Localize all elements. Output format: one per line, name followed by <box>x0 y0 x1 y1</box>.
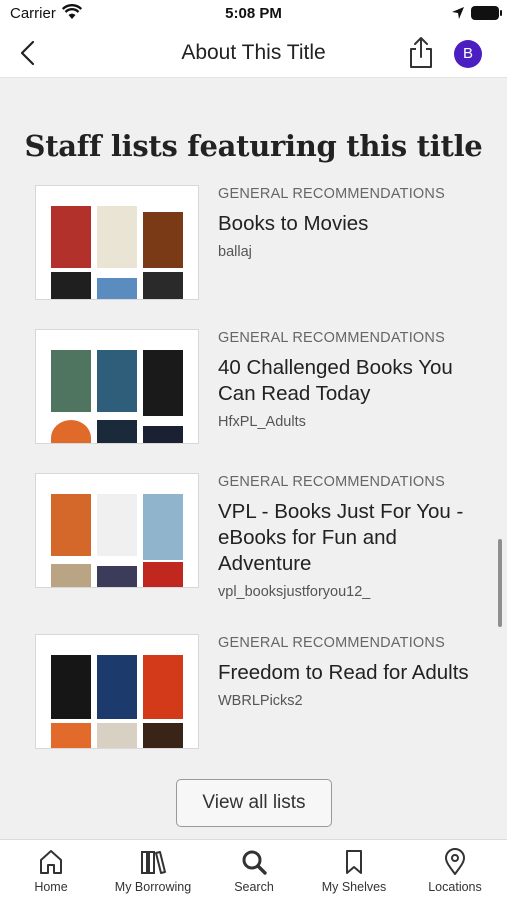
tab-my-shelves[interactable]: My Shelves <box>304 848 404 894</box>
tab-search[interactable]: Search <box>204 848 304 894</box>
tab-my-borrowing[interactable]: My Borrowing <box>103 848 203 894</box>
list-category: GENERAL RECOMMENDATIONS <box>218 330 445 346</box>
book-cover <box>51 206 91 268</box>
book-cover <box>51 723 91 748</box>
battery-icon <box>471 6 502 20</box>
book-cover <box>143 655 183 719</box>
status-bar: Carrier 5:08 PM <box>0 0 507 28</box>
tab-bar: Home My Borrowing Search My Shelves Loca… <box>0 839 507 900</box>
list-cover-collage <box>35 634 199 749</box>
avatar[interactable]: B <box>454 40 482 68</box>
book-cover <box>143 562 183 587</box>
search-icon <box>242 850 267 875</box>
list-title[interactable]: Freedom to Read for Adults <box>218 660 478 686</box>
book-cover <box>97 278 137 299</box>
list-meta: GENERAL RECOMMENDATIONS Freedom to Read … <box>218 634 478 709</box>
section-title: Staff lists featuring this title <box>24 129 483 163</box>
list-category: GENERAL RECOMMENDATIONS <box>218 635 445 651</box>
book-cover <box>143 350 183 416</box>
list-cover-collage <box>35 473 199 588</box>
nav-bar: About This Title B <box>0 28 507 78</box>
book-cover <box>97 655 137 719</box>
location-pin-icon <box>445 848 465 875</box>
home-icon <box>40 850 62 874</box>
bookmark-icon <box>346 850 362 874</box>
list-title[interactable]: 40 Challenged Books You Can Read Today <box>218 355 478 407</box>
book-cover <box>51 494 91 556</box>
book-cover <box>51 655 91 719</box>
list-owner: ballaj <box>218 244 252 260</box>
tab-label: My Shelves <box>321 880 387 894</box>
list-meta: GENERAL RECOMMENDATIONS Books to Movies … <box>218 185 478 260</box>
main-content: Staff lists featuring this title GENERAL… <box>0 79 507 839</box>
book-cover <box>97 723 137 748</box>
list-category: GENERAL RECOMMENDATIONS <box>218 186 445 202</box>
tab-home[interactable]: Home <box>1 848 101 894</box>
tab-label: Home <box>34 880 68 894</box>
book-cover <box>97 206 137 268</box>
view-all-lists-button[interactable]: View all lists <box>176 779 332 827</box>
list-cover-collage <box>35 329 199 444</box>
book-cover <box>97 350 137 412</box>
list-owner: WBRLPicks2 <box>218 693 303 709</box>
book-cover <box>51 564 91 587</box>
scrollbar[interactable] <box>498 539 502 627</box>
tab-label: Search <box>234 880 274 894</box>
book-cover <box>51 420 91 443</box>
list-meta: GENERAL RECOMMENDATIONS 40 Challenged Bo… <box>218 329 478 430</box>
tab-locations[interactable]: Locations <box>405 848 505 894</box>
share-icon[interactable] <box>406 36 436 70</box>
list-title[interactable]: VPL - Books Just For You - eBooks for Fu… <box>218 499 478 577</box>
list-cover-collage <box>35 185 199 300</box>
book-cover <box>143 212 183 268</box>
book-cover <box>97 566 137 587</box>
clock: 5:08 PM <box>225 5 282 22</box>
location-arrow-icon <box>451 6 465 25</box>
books-icon <box>141 851 166 874</box>
tab-label: Locations <box>428 880 482 894</box>
tab-label: My Borrowing <box>114 880 192 894</box>
book-cover <box>143 494 183 560</box>
book-cover <box>143 272 183 299</box>
list-meta: GENERAL RECOMMENDATIONS VPL - Books Just… <box>218 473 478 600</box>
list-owner: HfxPL_Adults <box>218 414 306 430</box>
book-cover <box>97 420 137 443</box>
book-cover <box>143 426 183 443</box>
list-category: GENERAL RECOMMENDATIONS <box>218 474 445 490</box>
book-cover <box>143 723 183 748</box>
book-cover <box>51 350 91 412</box>
book-cover <box>51 272 91 299</box>
book-cover <box>97 494 137 556</box>
list-owner: vpl_booksjustforyou12_ <box>218 584 371 600</box>
list-title[interactable]: Books to Movies <box>218 211 478 237</box>
